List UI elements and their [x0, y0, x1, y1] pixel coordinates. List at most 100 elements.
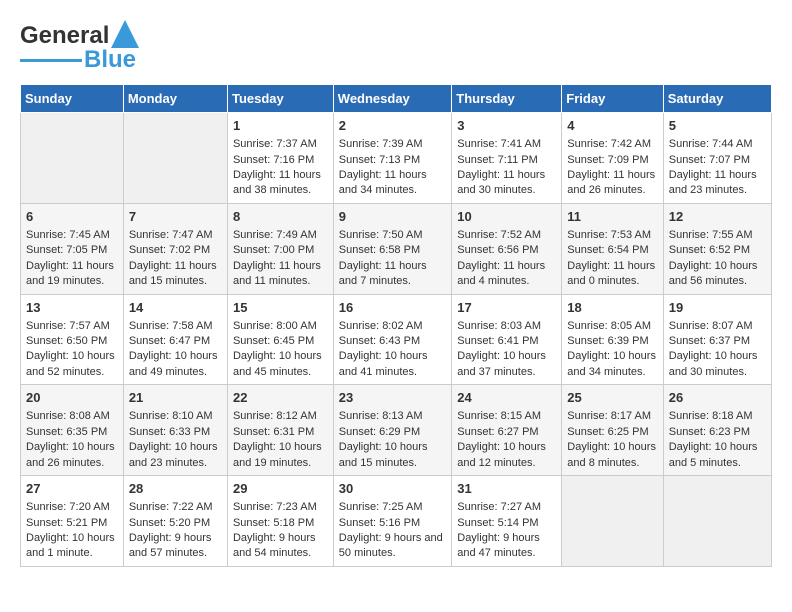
- cell-content: Daylight: 10 hours and 41 minutes.: [339, 349, 446, 380]
- logo-icon: [111, 20, 139, 48]
- cell-content: Daylight: 11 hours and 15 minutes.: [129, 259, 222, 290]
- calendar-cell: 26Sunrise: 8:18 AMSunset: 6:23 PMDayligh…: [663, 385, 771, 476]
- day-number: 31: [457, 480, 556, 498]
- cell-content: Sunrise: 7:25 AM: [339, 500, 446, 515]
- calendar-cell: 23Sunrise: 8:13 AMSunset: 6:29 PMDayligh…: [333, 385, 451, 476]
- day-number: 17: [457, 299, 556, 317]
- cell-content: Sunrise: 7:27 AM: [457, 500, 556, 515]
- cell-content: Sunrise: 7:47 AM: [129, 228, 222, 243]
- cell-content: Sunset: 7:00 PM: [233, 243, 328, 258]
- day-number: 30: [339, 480, 446, 498]
- calendar-cell: 14Sunrise: 7:58 AMSunset: 6:47 PMDayligh…: [123, 294, 227, 385]
- calendar-week-1: 1Sunrise: 7:37 AMSunset: 7:16 PMDaylight…: [21, 113, 772, 204]
- cell-content: Sunset: 6:43 PM: [339, 334, 446, 349]
- day-number: 10: [457, 208, 556, 226]
- cell-content: Sunrise: 7:39 AM: [339, 137, 446, 152]
- day-header-saturday: Saturday: [663, 85, 771, 113]
- day-number: 21: [129, 389, 222, 407]
- cell-content: Sunrise: 8:15 AM: [457, 409, 556, 424]
- day-number: 16: [339, 299, 446, 317]
- cell-content: Sunset: 7:11 PM: [457, 153, 556, 168]
- cell-content: Sunrise: 8:00 AM: [233, 319, 328, 334]
- day-number: 9: [339, 208, 446, 226]
- calendar-cell: 1Sunrise: 7:37 AMSunset: 7:16 PMDaylight…: [227, 113, 333, 204]
- calendar-cell: 11Sunrise: 7:53 AMSunset: 6:54 PMDayligh…: [562, 203, 663, 294]
- cell-content: Sunrise: 8:08 AM: [26, 409, 118, 424]
- cell-content: Sunrise: 7:53 AM: [567, 228, 657, 243]
- cell-content: Sunrise: 7:55 AM: [669, 228, 766, 243]
- calendar-cell: 6Sunrise: 7:45 AMSunset: 7:05 PMDaylight…: [21, 203, 124, 294]
- cell-content: Daylight: 10 hours and 34 minutes.: [567, 349, 657, 380]
- calendar-cell: 20Sunrise: 8:08 AMSunset: 6:35 PMDayligh…: [21, 385, 124, 476]
- calendar-cell: 17Sunrise: 8:03 AMSunset: 6:41 PMDayligh…: [452, 294, 562, 385]
- cell-content: Sunset: 6:56 PM: [457, 243, 556, 258]
- cell-content: Sunset: 5:14 PM: [457, 516, 556, 531]
- cell-content: Sunrise: 7:22 AM: [129, 500, 222, 515]
- cell-content: Sunrise: 7:49 AM: [233, 228, 328, 243]
- day-number: 25: [567, 389, 657, 407]
- day-header-sunday: Sunday: [21, 85, 124, 113]
- cell-content: Sunset: 6:54 PM: [567, 243, 657, 258]
- cell-content: Sunrise: 7:57 AM: [26, 319, 118, 334]
- cell-content: Sunrise: 7:44 AM: [669, 137, 766, 152]
- cell-content: Sunset: 6:37 PM: [669, 334, 766, 349]
- cell-content: Sunset: 6:25 PM: [567, 425, 657, 440]
- calendar-cell: 4Sunrise: 7:42 AMSunset: 7:09 PMDaylight…: [562, 113, 663, 204]
- cell-content: Sunset: 6:52 PM: [669, 243, 766, 258]
- calendar-cell: 12Sunrise: 7:55 AMSunset: 6:52 PMDayligh…: [663, 203, 771, 294]
- day-number: 27: [26, 480, 118, 498]
- cell-content: Sunrise: 7:45 AM: [26, 228, 118, 243]
- cell-content: Sunset: 6:47 PM: [129, 334, 222, 349]
- cell-content: Daylight: 11 hours and 7 minutes.: [339, 259, 446, 290]
- day-header-tuesday: Tuesday: [227, 85, 333, 113]
- cell-content: Daylight: 10 hours and 30 minutes.: [669, 349, 766, 380]
- page-header: General Blue: [20, 20, 772, 74]
- cell-content: Daylight: 9 hours and 50 minutes.: [339, 531, 446, 562]
- cell-content: Sunrise: 7:52 AM: [457, 228, 556, 243]
- day-number: 8: [233, 208, 328, 226]
- cell-content: Sunset: 6:39 PM: [567, 334, 657, 349]
- cell-content: Sunset: 6:27 PM: [457, 425, 556, 440]
- cell-content: Sunrise: 7:50 AM: [339, 228, 446, 243]
- day-number: 7: [129, 208, 222, 226]
- calendar-week-2: 6Sunrise: 7:45 AMSunset: 7:05 PMDaylight…: [21, 203, 772, 294]
- day-number: 1: [233, 117, 328, 135]
- cell-content: Sunrise: 8:10 AM: [129, 409, 222, 424]
- day-header-thursday: Thursday: [452, 85, 562, 113]
- cell-content: Sunrise: 7:42 AM: [567, 137, 657, 152]
- calendar-cell: 21Sunrise: 8:10 AMSunset: 6:33 PMDayligh…: [123, 385, 227, 476]
- cell-content: Sunset: 7:02 PM: [129, 243, 222, 258]
- cell-content: Daylight: 10 hours and 45 minutes.: [233, 349, 328, 380]
- cell-content: Sunrise: 8:07 AM: [669, 319, 766, 334]
- day-header-wednesday: Wednesday: [333, 85, 451, 113]
- calendar-cell: 7 Sunrise: 7:47 AMSunset: 7:02 PMDaylight…: [123, 203, 227, 294]
- cell-content: Daylight: 10 hours and 56 minutes.: [669, 259, 766, 290]
- calendar-cell: [123, 113, 227, 204]
- calendar-cell: 25Sunrise: 8:17 AMSunset: 6:25 PMDayligh…: [562, 385, 663, 476]
- day-number: 14: [129, 299, 222, 317]
- cell-content: Daylight: 10 hours and 26 minutes.: [26, 440, 118, 471]
- day-number: 11: [567, 208, 657, 226]
- cell-content: Daylight: 11 hours and 30 minutes.: [457, 168, 556, 199]
- calendar-cell: 18Sunrise: 8:05 AMSunset: 6:39 PMDayligh…: [562, 294, 663, 385]
- day-number: 6: [26, 208, 118, 226]
- cell-content: Sunrise: 8:03 AM: [457, 319, 556, 334]
- cell-content: Daylight: 9 hours and 57 minutes.: [129, 531, 222, 562]
- cell-content: Sunrise: 8:02 AM: [339, 319, 446, 334]
- cell-content: Sunrise: 8:18 AM: [669, 409, 766, 424]
- cell-content: Sunset: 7:07 PM: [669, 153, 766, 168]
- cell-content: Daylight: 10 hours and 23 minutes.: [129, 440, 222, 471]
- day-number: 23: [339, 389, 446, 407]
- cell-content: Daylight: 10 hours and 15 minutes.: [339, 440, 446, 471]
- cell-content: Sunset: 6:45 PM: [233, 334, 328, 349]
- day-number: 18: [567, 299, 657, 317]
- calendar-cell: [21, 113, 124, 204]
- cell-content: Sunset: 5:16 PM: [339, 516, 446, 531]
- day-number: 3: [457, 117, 556, 135]
- calendar-cell: [663, 476, 771, 567]
- cell-content: Sunset: 6:23 PM: [669, 425, 766, 440]
- cell-content: Daylight: 11 hours and 11 minutes.: [233, 259, 328, 290]
- calendar-cell: 13Sunrise: 7:57 AMSunset: 6:50 PMDayligh…: [21, 294, 124, 385]
- calendar-cell: 27Sunrise: 7:20 AMSunset: 5:21 PMDayligh…: [21, 476, 124, 567]
- logo: General Blue: [20, 20, 139, 74]
